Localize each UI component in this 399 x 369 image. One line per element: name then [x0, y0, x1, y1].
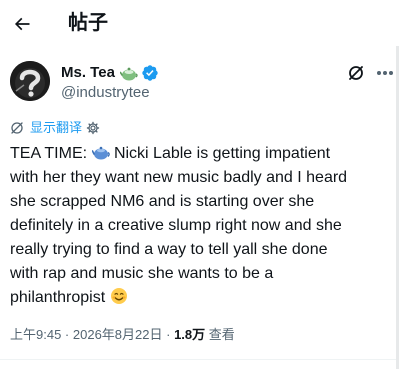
meta-separator: · — [61, 327, 73, 342]
show-translation-link[interactable]: 显示翻译 — [30, 119, 82, 137]
tweet-line: with rap and music she wants to be a — [10, 265, 274, 282]
tweet-line: philanthropist — [10, 286, 390, 310]
author-handle[interactable]: @industrytee — [61, 83, 150, 103]
author-display-name[interactable]: Ms. Tea — [61, 63, 115, 83]
meta-separator: · — [162, 327, 175, 342]
tweet-date[interactable]: 2026年8月22日 — [73, 327, 163, 342]
tweet-line: with her they want new music badly and I… — [10, 169, 348, 186]
post-detail-page: 帖子 Ms. Tea @industrytee 显示翻译 TEA TIME: N… — [0, 0, 399, 369]
translate-row: 显示翻译 — [10, 119, 100, 137]
arrow-left-icon — [14, 17, 30, 31]
tweet-text: TEA TIME: Nicki Lable is getting impatie… — [10, 142, 390, 310]
tweet-meta: 上午9:45 · 2026年8月22日 · 1.8万 查看 — [10, 326, 235, 344]
tweet-line: she scrapped NM6 and is starting over sh… — [10, 193, 315, 210]
author-avatar[interactable] — [10, 61, 50, 101]
tweet-line: TEA TIME: Nicki Lable is getting impatie… — [10, 145, 331, 162]
smiling-face-emoji-icon — [110, 288, 127, 304]
verified-badge-icon[interactable] — [141, 64, 159, 82]
tweet-time[interactable]: 上午9:45 — [10, 327, 61, 342]
header-bar: 帖子 — [0, 0, 399, 52]
back-button[interactable] — [6, 8, 38, 40]
translate-icon — [11, 122, 23, 134]
grok-icon — [349, 66, 363, 80]
views-label: 查看 — [205, 327, 235, 342]
author-name-row[interactable]: Ms. Tea — [61, 63, 159, 83]
grok-button[interactable] — [345, 62, 367, 84]
settings-gear-icon[interactable] — [86, 121, 100, 135]
tweet-line: definitely in a creative slump right now… — [10, 217, 342, 234]
tweet-line: really trying to find a way to tell yall… — [10, 241, 328, 258]
more-options-button[interactable] — [374, 62, 396, 84]
views-count[interactable]: 1.8万 — [174, 327, 205, 342]
teapot-emoji-icon — [119, 67, 138, 81]
teapot-emoji-icon — [91, 146, 110, 160]
avatar-image — [10, 61, 50, 101]
more-options-icon — [376, 71, 394, 75]
page-title: 帖子 — [68, 12, 108, 34]
divider — [0, 359, 396, 360]
